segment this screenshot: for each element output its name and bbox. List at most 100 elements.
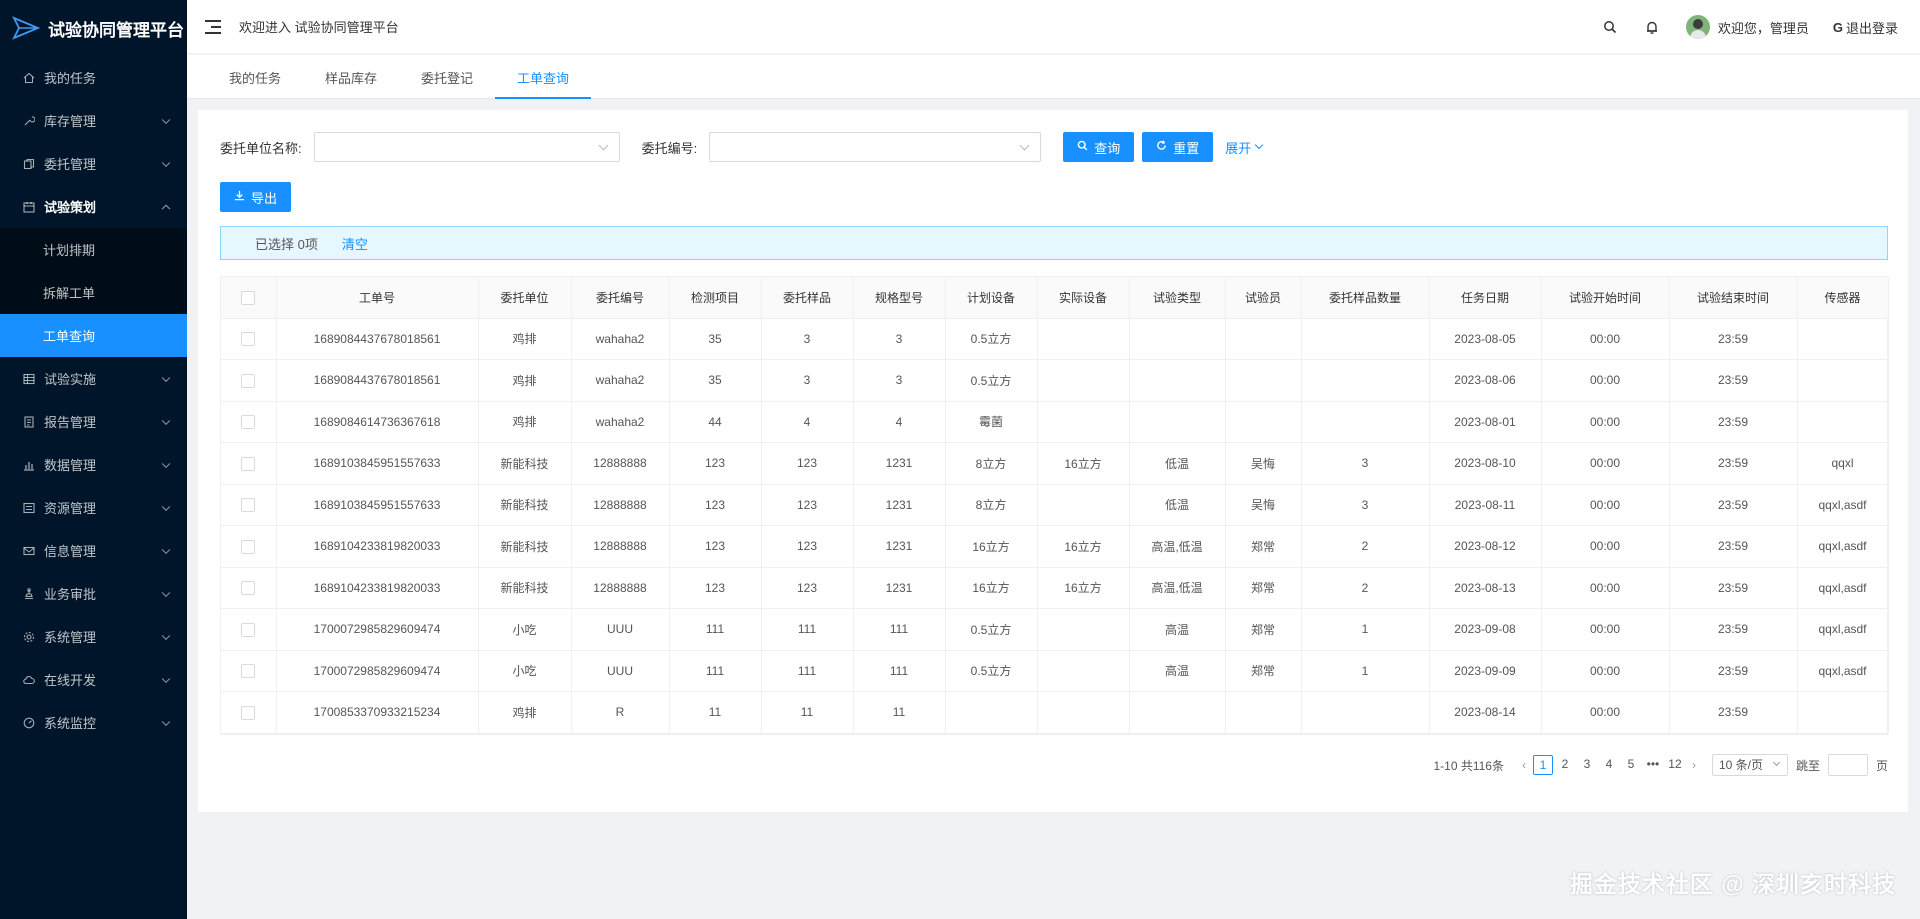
list-icon [22,501,36,515]
table-row[interactable]: 1689084437678018561 鸡排 wahaha2 35 3 3 0.5立方 202… [221,318,1889,360]
row-checkbox[interactable] [241,373,256,388]
dashboard-icon [22,716,36,730]
page-number[interactable]: 2 [1555,755,1575,775]
export-button[interactable]: 导出 [220,182,292,212]
table-cell [1797,359,1889,402]
page-number[interactable]: ••• [1643,755,1663,775]
row-checkbox[interactable] [241,456,256,471]
chevron-down-icon [161,674,171,683]
row-select-cell [221,567,277,609]
select-all-cell [221,277,277,319]
table-cell: 1231 [853,442,946,485]
avatar[interactable] [1685,15,1710,39]
page-number[interactable]: 12 [1665,755,1685,775]
row-select-cell [221,650,277,692]
sidebar-item-6[interactable]: 数据管理 [0,443,187,486]
sidebar-item-10[interactable]: 系统管理 [0,615,187,658]
row-checkbox[interactable] [241,332,256,347]
home-icon [22,71,36,85]
table-cell [1037,650,1130,692]
row-checkbox[interactable] [241,415,256,430]
sidebar-item-9[interactable]: 业务审批 [0,572,187,615]
table-cell: 新能科技 [478,442,572,485]
sidebar-item-5[interactable]: 报告管理 [0,400,187,443]
row-checkbox[interactable] [241,664,256,679]
tab-0[interactable]: 我的任务 [207,55,303,99]
submenu-item-1[interactable]: 拆解工单 [0,271,187,314]
sidebar-item-12[interactable]: 系统监控 [0,701,187,744]
row-checkbox[interactable] [241,705,256,720]
submenu: 计划排期 拆解工单 工单查询 [0,228,187,357]
table-header-row: 工单号 委托单位 委托编号 检测项目 委托样品 规格型号 计划设备 实际设备 试验类型 试验员 委托… [221,277,1889,319]
jump-page-input[interactable] [1827,754,1868,776]
table-row[interactable]: 1689084437678018561 鸡排 wahaha2 35 3 3 0.5立方 202… [221,359,1889,402]
table-cell: 1689103845951557633 [276,442,479,485]
expand-toggle[interactable]: 展开 [1225,138,1264,157]
submenu-item-0[interactable]: 计划排期 [0,228,187,271]
table-cell: 1231 [853,525,946,568]
clear-selection-link[interactable]: 清空 [342,234,368,253]
reset-button[interactable]: 重置 [1142,132,1214,162]
submenu-item-2[interactable]: 工单查询 [0,314,187,357]
chevron-down-icon [161,717,171,726]
prev-page-icon[interactable]: ‹ [1516,758,1532,772]
row-checkbox[interactable] [241,539,256,554]
table-cell [1301,691,1430,734]
table-cell: 23:59 [1669,359,1798,402]
report-icon [22,415,36,429]
table-cell: 16立方 [1037,567,1130,609]
row-checkbox[interactable] [241,498,256,513]
table-row[interactable]: 1689104233819820033 新能科技 12888888 123 123 123… [221,567,1889,609]
tab-3[interactable]: 工单查询 [495,55,592,99]
app-logo[interactable]: 试验协同管理平台 [0,0,187,56]
row-checkbox[interactable] [241,622,256,637]
table-row[interactable]: 1689103845951557633 新能科技 12888888 123 123 123… [221,484,1889,526]
page-number[interactable]: 1 [1532,755,1553,775]
sidebar-item-7[interactable]: 资源管理 [0,486,187,529]
table-cell [1225,691,1302,734]
sidebar-item-8[interactable]: 信息管理 [0,529,187,572]
table-cell: 23:59 [1669,484,1798,526]
page-size-select[interactable]: 10 条/页 [1711,754,1788,776]
query-button[interactable]: 查询 [1063,132,1135,162]
next-page-icon[interactable]: › [1686,758,1702,772]
table-cell: 3 [761,318,854,360]
user-greeting[interactable]: 欢迎您，管理员 [1718,18,1809,37]
table-cell: 2023-08-10 [1429,442,1542,485]
search-icon[interactable] [1602,19,1618,35]
bell-icon[interactable] [1644,19,1660,35]
table-row[interactable]: 1700853370933215234 鸡排 R 11 11 11 2023-08-14 00… [221,691,1889,734]
sidebar-item-1[interactable]: 库存管理 [0,99,187,142]
calendar-icon [22,200,36,214]
table-cell: 郑常 [1225,650,1302,692]
page-number[interactable]: 5 [1621,755,1641,775]
sidebar-item-3[interactable]: 试验策划 [0,185,187,228]
entrust-code-select[interactable] [709,132,1042,162]
table-cell: 123 [669,442,762,485]
sidebar-item-label: 系统监控 [44,716,97,731]
tab-2[interactable]: 委托登记 [399,55,495,99]
table-row[interactable]: 1689104233819820033 新能科技 12888888 123 123 123… [221,525,1889,568]
table-cell: 2023-08-13 [1429,567,1542,609]
table-row[interactable]: 1700072985829609474 小吃 UUU 111 111 111 0.5立方 高温… [221,608,1889,651]
chevron-down-icon [161,115,171,124]
sidebar-item-2[interactable]: 委托管理 [0,142,187,185]
table-row[interactable]: 1689084614736367618 鸡排 wahaha2 44 4 4 霉菌 2023-0… [221,401,1889,443]
unit-name-select[interactable] [313,132,620,162]
page-number[interactable]: 4 [1599,755,1619,775]
logout-button[interactable]: G 退出登录 [1833,18,1898,37]
table-cell: qqxl,asdf [1797,484,1889,526]
copy-icon [22,157,36,171]
sidebar-item-11[interactable]: 在线开发 [0,658,187,701]
sidebar-item-0[interactable]: 我的任务 [0,56,187,99]
sidebar-item-4[interactable]: 试验实施 [0,357,187,400]
table-row[interactable]: 1689103845951557633 新能科技 12888888 123 123 123… [221,442,1889,485]
table-cell: 2023-09-09 [1429,650,1542,692]
table-row[interactable]: 1700072985829609474 小吃 UUU 111 111 111 0.5立方 高温… [221,650,1889,692]
page-number[interactable]: 3 [1577,755,1597,775]
select-all-checkbox[interactable] [241,290,256,305]
table-cell: 1689104233819820033 [276,567,479,609]
row-checkbox[interactable] [241,581,256,596]
tab-1[interactable]: 样品库存 [303,55,399,99]
menu-toggle-icon[interactable] [205,19,221,34]
